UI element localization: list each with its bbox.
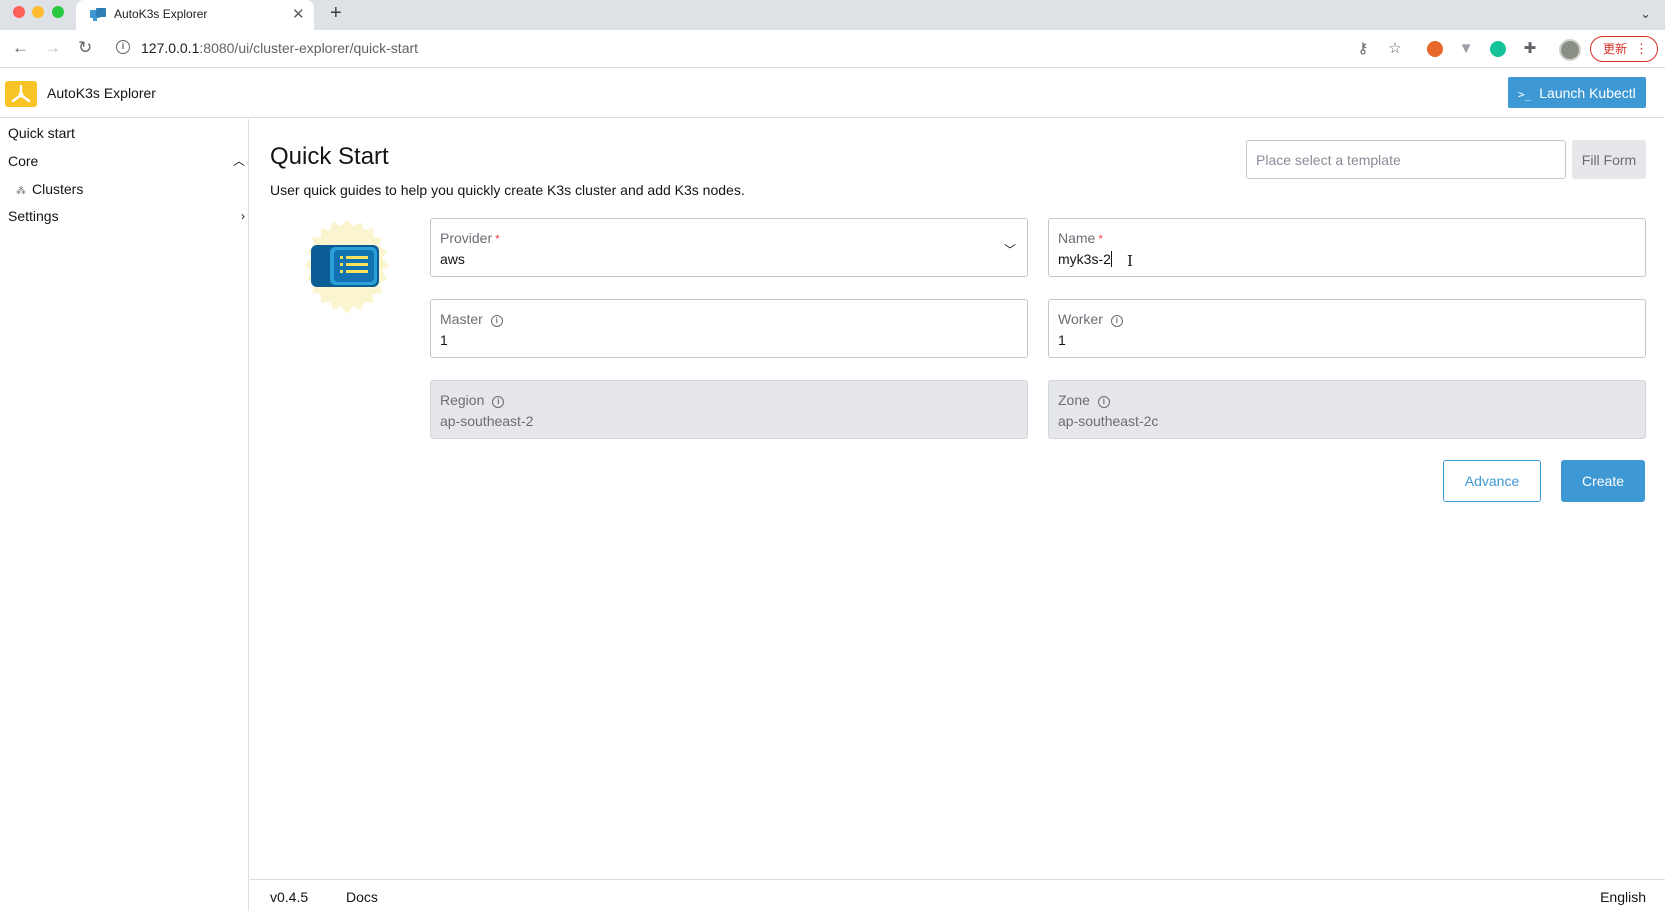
region-label-text: Region <box>440 392 485 408</box>
new-tab-icon[interactable]: + <box>330 2 342 25</box>
bookmark-star-icon[interactable]: ☆ <box>1385 39 1405 59</box>
zone-label: Zone i <box>1058 392 1110 408</box>
chevron-down-icon: ﹀ <box>1003 243 1016 257</box>
worker-input[interactable]: 1 <box>1058 332 1066 348</box>
browser-tab[interactable]: AutoK3s Explorer ✕ <box>76 0 314 30</box>
i-beam-cursor-icon: I <box>1127 252 1133 270</box>
name-value: myk3s-2 <box>1058 251 1111 267</box>
region-field: Region i ap-southeast-2 <box>430 380 1028 439</box>
master-field[interactable]: Master i 1 <box>430 299 1028 358</box>
sidebar: Quick start Core ︿ ⁂ Clusters Settings › <box>0 119 249 911</box>
name-label-text: Name <box>1058 230 1096 246</box>
page-title: Quick Start <box>270 143 389 170</box>
zone-value: ap-southeast-2c <box>1058 413 1159 429</box>
update-label: 更新 <box>1603 42 1628 56</box>
vue-extension-icon[interactable]: ▼ <box>1456 39 1476 59</box>
sidebar-item-quick-start[interactable]: Quick start <box>8 122 245 144</box>
terminal-icon: >_ <box>1518 87 1532 101</box>
footer: v0.4.5 Docs English <box>250 879 1665 911</box>
region-value: ap-southeast-2 <box>440 413 534 429</box>
sidebar-group-core[interactable]: Core ︿ <box>8 150 245 172</box>
sidebar-item-label: Clusters <box>32 181 84 197</box>
app-header: AutoK3s Explorer >_ Launch Kubectl <box>0 68 1665 118</box>
launch-kubectl-button[interactable]: >_ Launch Kubectl <box>1508 77 1646 108</box>
worker-label-text: Worker <box>1058 311 1103 327</box>
browser-update-button[interactable]: 更新 ⋮ <box>1590 36 1658 62</box>
zone-field: Zone i ap-southeast-2c <box>1048 380 1646 439</box>
master-label-text: Master <box>440 311 483 327</box>
forward-icon[interactable]: → <box>44 38 61 58</box>
more-menu-icon: ⋮ <box>1635 41 1648 56</box>
quick-start-illustration <box>305 220 389 314</box>
fill-form-button[interactable]: Fill Form <box>1572 140 1646 179</box>
zone-label-text: Zone <box>1058 392 1090 408</box>
provider-label: Provider * <box>440 230 500 246</box>
provider-label-text: Provider <box>440 230 493 246</box>
worker-field[interactable]: Worker i 1 <box>1048 299 1646 358</box>
site-info-icon[interactable]: i <box>116 40 130 54</box>
window-minimize-button[interactable] <box>32 6 44 18</box>
cluster-tree-icon: ⁂ <box>16 186 26 197</box>
sidebar-item-clusters[interactable]: ⁂ Clusters <box>16 178 83 200</box>
sidebar-group-settings[interactable]: Settings › <box>8 205 245 227</box>
advance-button[interactable]: Advance <box>1443 460 1541 502</box>
page-description: User quick guides to help you quickly cr… <box>270 182 745 198</box>
name-label: Name * <box>1058 230 1103 246</box>
name-input[interactable]: myk3s-2 <box>1058 251 1112 267</box>
browser-tabstrip: AutoK3s Explorer ✕ + ⌄ <box>0 0 1665 30</box>
sidebar-item-label: Settings <box>8 208 59 224</box>
tab-close-icon[interactable]: ✕ <box>292 5 305 23</box>
key-icon[interactable]: ⚷ <box>1353 39 1373 59</box>
launch-kubectl-label: Launch Kubectl <box>1539 84 1636 101</box>
reload-icon[interactable]: ↻ <box>78 38 92 58</box>
master-input[interactable]: 1 <box>440 332 448 348</box>
required-marker: * <box>495 232 500 246</box>
required-marker: * <box>1098 232 1104 246</box>
main-content: Quick Start User quick guides to help yo… <box>250 119 1665 879</box>
extension-icon[interactable] <box>1427 41 1443 57</box>
chevron-up-icon: ︿ <box>232 154 245 168</box>
k8s-favicon-icon <box>90 8 106 21</box>
info-icon[interactable]: i <box>492 396 505 408</box>
master-label: Master i <box>440 311 503 327</box>
sidebar-item-label: Core <box>8 153 39 169</box>
text-caret <box>1110 251 1112 267</box>
profile-avatar[interactable] <box>1559 39 1581 61</box>
browser-toolbar: ← → ↻ i 127.0.0.1:8080/ui/cluster-explor… <box>0 30 1665 68</box>
region-label: Region i <box>440 392 505 408</box>
autok3s-logo <box>5 81 37 107</box>
docs-link[interactable]: Docs <box>346 889 378 905</box>
info-icon[interactable]: i <box>1097 396 1110 408</box>
address-bar[interactable]: 127.0.0.1:8080/ui/cluster-explorer/quick… <box>141 40 418 56</box>
create-button[interactable]: Create <box>1561 460 1645 502</box>
url-path: :8080/ui/cluster-explorer/quick-start <box>199 40 419 56</box>
back-icon[interactable]: ← <box>12 38 29 58</box>
logo-icon <box>11 84 31 103</box>
template-select-input[interactable] <box>1246 140 1566 179</box>
tab-search-icon[interactable]: ⌄ <box>1640 6 1651 22</box>
name-field[interactable]: Name * myk3s-2 I <box>1048 218 1646 277</box>
extensions-puzzle-icon[interactable]: ✚ <box>1520 39 1540 59</box>
chevron-right-icon: › <box>241 209 245 223</box>
info-icon[interactable]: i <box>1110 315 1123 327</box>
app-title: AutoK3s Explorer <box>47 85 156 101</box>
provider-select[interactable]: Provider * aws ﹀ <box>430 218 1028 277</box>
version-label: v0.4.5 <box>270 889 309 905</box>
provider-value: aws <box>440 251 465 267</box>
url-host: 127.0.0.1 <box>141 40 200 56</box>
worker-label: Worker i <box>1058 311 1123 327</box>
sidebar-item-label: Quick start <box>8 125 75 141</box>
window-maximize-button[interactable] <box>52 6 64 18</box>
info-icon[interactable]: i <box>490 315 503 327</box>
window-close-button[interactable] <box>13 6 25 18</box>
tab-title: AutoK3s Explorer <box>114 7 208 21</box>
grammarly-icon[interactable] <box>1490 41 1506 57</box>
language-selector[interactable]: English <box>1600 889 1646 905</box>
